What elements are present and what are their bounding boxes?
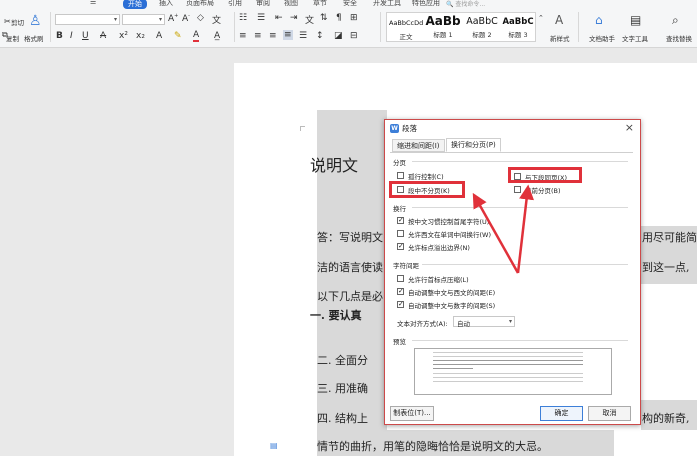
arrow-to-keep-with-next [516,184,535,274]
annotation-arrows [472,184,535,274]
arrow-to-keep-lines [472,192,520,274]
